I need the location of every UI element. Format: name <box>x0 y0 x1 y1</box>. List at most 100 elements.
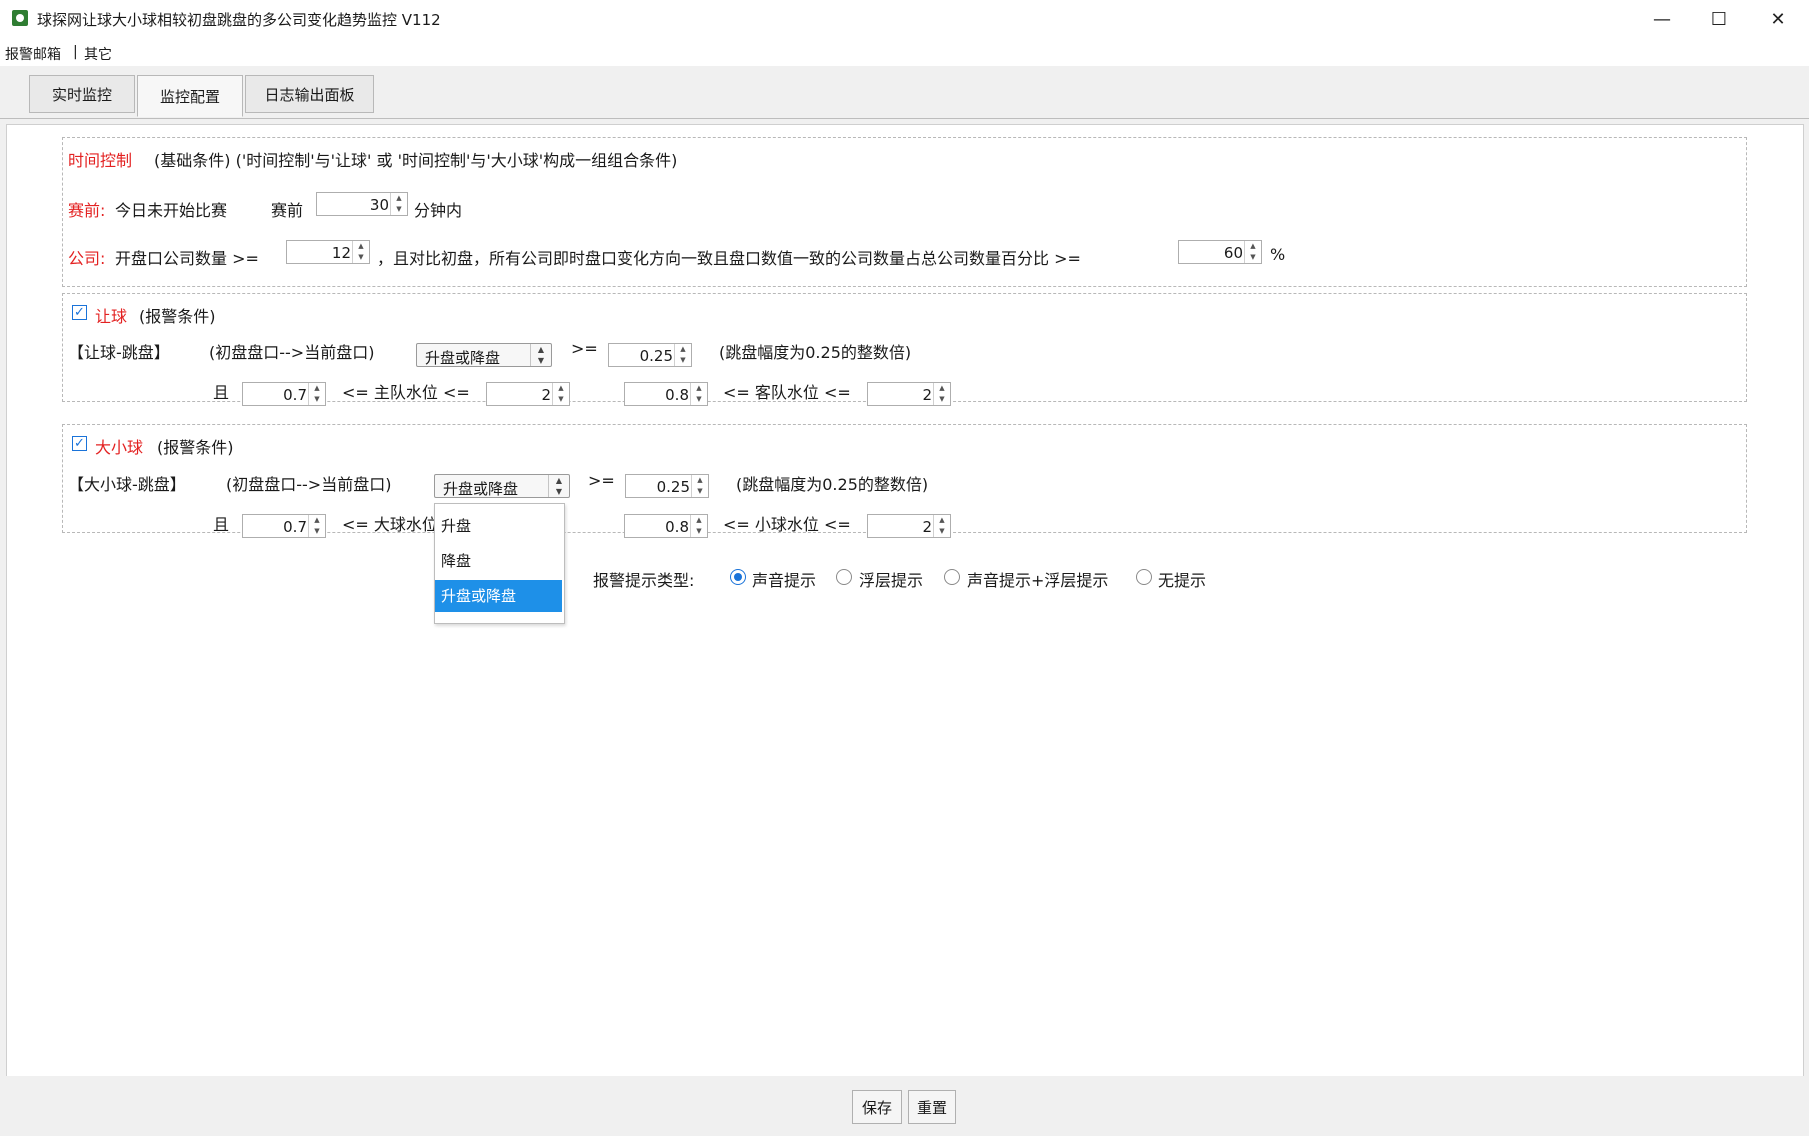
app-icon <box>12 10 28 26</box>
tab-realtime-monitor[interactable]: 实时监控 <box>29 75 135 113</box>
away-min-value: 0.8 <box>665 386 689 404</box>
under-max-value: 2 <box>922 518 932 536</box>
under-water-label: <= 小球水位 <= <box>723 515 851 534</box>
overunder-subtitle: (报警条件) <box>157 438 234 457</box>
pre-match-text: 今日未开始比赛 <box>115 201 228 220</box>
spinner-arrows-icon[interactable]: ▲ ▼ <box>308 515 325 537</box>
alert-sound-label[interactable]: 声音提示 <box>752 567 816 591</box>
company-label: 公司: <box>68 249 106 268</box>
save-button[interactable]: 保存 <box>852 1090 902 1124</box>
over-min-spinner[interactable]: 0.7 ▲ ▼ <box>242 514 326 538</box>
handicap-jump-spinner[interactable]: 0.25 ▲ ▼ <box>608 343 692 367</box>
home-max-value: 2 <box>541 386 551 404</box>
home-water-label: <= 主队水位 <= <box>342 383 470 402</box>
overunder-note: (跳盘幅度为0.25的整数倍) <box>736 475 929 494</box>
menu-bar <box>0 38 1809 66</box>
reset-button[interactable]: 重置 <box>908 1090 956 1124</box>
dropdown-option-down[interactable]: 降盘 <box>435 545 562 577</box>
away-min-spinner[interactable]: 0.8 ▲ ▼ <box>624 382 708 406</box>
handicap-title: 让球 <box>95 307 128 326</box>
spinner-arrows-icon[interactable]: ▲ ▼ <box>390 193 407 215</box>
overunder-and: 且 <box>213 515 230 534</box>
pre-minutes-spinner[interactable]: 30 ▲ ▼ <box>316 192 408 216</box>
handicap-subtitle: (报警条件) <box>139 307 216 326</box>
company-text: 开盘口公司数量 >= <box>115 249 259 268</box>
overunder-jump-spinner[interactable]: 0.25 ▲ ▼ <box>625 474 709 498</box>
select-arrows-icon: ▲ ▼ <box>530 344 551 366</box>
pre-match-before: 赛前 <box>271 201 304 220</box>
menu-alert-email[interactable]: 报警邮箱 <box>5 44 61 64</box>
footer-bar <box>0 1076 1809 1136</box>
handicap-note: (跳盘幅度为0.25的整数倍) <box>719 343 912 362</box>
spinner-arrows-icon[interactable]: ▲ ▼ <box>690 383 707 405</box>
spinner-arrows-icon[interactable]: ▲ ▼ <box>933 515 950 537</box>
alert-overlay-label[interactable]: 浮层提示 <box>859 567 923 591</box>
spinner-arrows-icon[interactable]: ▲ ▼ <box>352 241 369 263</box>
handicap-gte: >= <box>571 339 598 358</box>
pre-minutes-value: 30 <box>369 196 389 214</box>
overunder-flow: (初盘盘口-->当前盘口) <box>226 475 392 494</box>
overunder-title: 大小球 <box>95 438 144 457</box>
away-max-value: 2 <box>922 386 932 404</box>
close-button[interactable]: ✕ <box>1749 0 1807 38</box>
under-min-spinner[interactable]: 0.8 ▲ ▼ <box>624 514 708 538</box>
overunder-jump-value: 0.25 <box>656 478 690 496</box>
handicap-row-label: 【让球-跳盘】 <box>68 343 170 362</box>
spinner-arrows-icon[interactable]: ▲ ▼ <box>552 383 569 405</box>
handicap-direction-value: 升盘或降盘 <box>425 349 501 367</box>
handicap-flow: (初盘盘口-->当前盘口) <box>209 343 375 362</box>
alert-sound-overlay-radio[interactable] <box>944 569 960 585</box>
time-control-desc: (基础条件) ('时间控制'与'让球' 或 '时间控制'与'大小球'构成一组组合… <box>154 151 678 170</box>
pre-match-label: 赛前: <box>68 201 106 220</box>
company-percent-spinner[interactable]: 60 ▲ ▼ <box>1178 240 1262 264</box>
home-min-value: 0.7 <box>283 386 307 404</box>
alert-sound-radio[interactable] <box>730 569 746 585</box>
overunder-direction-value: 升盘或降盘 <box>443 480 519 498</box>
spinner-arrows-icon[interactable]: ▲ ▼ <box>933 383 950 405</box>
away-water-label: <= 客队水位 <= <box>723 383 851 402</box>
minimize-button[interactable]: — <box>1633 0 1691 38</box>
overunder-gte: >= <box>588 471 615 490</box>
over-water-label: <= 大球水位 <box>342 515 438 534</box>
spinner-arrows-icon[interactable]: ▲ ▼ <box>690 515 707 537</box>
over-min-value: 0.7 <box>283 518 307 536</box>
pre-minutes-unit: 分钟内 <box>414 201 463 220</box>
alert-none-radio[interactable] <box>1136 569 1152 585</box>
menu-other[interactable]: 其它 <box>84 44 112 64</box>
away-max-spinner[interactable]: 2 ▲ ▼ <box>867 382 951 406</box>
alert-none-label[interactable]: 无提示 <box>1158 567 1206 591</box>
under-min-value: 0.8 <box>665 518 689 536</box>
dropdown-option-up[interactable]: 升盘 <box>435 510 562 542</box>
select-arrows-icon: ▲ ▼ <box>548 475 569 497</box>
dropdown-option-up-or-down[interactable]: 升盘或降盘 <box>435 580 562 612</box>
home-max-spinner[interactable]: 2 ▲ ▼ <box>486 382 570 406</box>
alert-type-label: 报警提示类型: <box>593 571 695 590</box>
company-percent-value: 60 <box>1223 244 1243 262</box>
alert-overlay-radio[interactable] <box>836 569 852 585</box>
percent-sign: % <box>1270 245 1286 264</box>
direction-dropdown-list: 升盘 降盘 升盘或降盘 <box>434 503 565 624</box>
window-title: 球探网让球大小球相较初盘跳盘的多公司变化趋势监控 V112 <box>37 11 441 29</box>
spinner-arrows-icon[interactable]: ▲ ▼ <box>674 344 691 366</box>
overunder-row-label: 【大小球-跳盘】 <box>68 475 186 494</box>
tab-log-output[interactable]: 日志输出面板 <box>245 75 374 113</box>
maximize-button[interactable]: ☐ <box>1690 0 1748 38</box>
menu-separator: | <box>73 44 78 60</box>
tab-monitor-config[interactable]: 监控配置 <box>137 75 243 117</box>
home-min-spinner[interactable]: 0.7 ▲ ▼ <box>242 382 326 406</box>
handicap-jump-value: 0.25 <box>639 347 673 365</box>
company-count-spinner[interactable]: 12 ▲ ▼ <box>286 240 370 264</box>
under-max-spinner[interactable]: 2 ▲ ▼ <box>867 514 951 538</box>
overunder-checkbox[interactable]: ✓ <box>72 436 87 451</box>
company-text2: ，且对比初盘，所有公司即时盘口变化方向一致且盘口数值一致的公司数量占总公司数量百… <box>377 249 1081 268</box>
spinner-arrows-icon[interactable]: ▲ ▼ <box>1244 241 1261 263</box>
handicap-and: 且 <box>213 383 230 402</box>
spinner-arrows-icon[interactable]: ▲ ▼ <box>691 475 708 497</box>
overunder-direction-select[interactable]: 升盘或降盘 ▲ ▼ <box>434 474 570 498</box>
spinner-arrows-icon[interactable]: ▲ ▼ <box>308 383 325 405</box>
config-panel: 时间控制 (基础条件) ('时间控制'与'让球' 或 '时间控制'与'大小球'构… <box>6 124 1804 1078</box>
company-count-value: 12 <box>331 244 351 262</box>
handicap-checkbox[interactable]: ✓ <box>72 305 87 320</box>
handicap-direction-select[interactable]: 升盘或降盘 ▲ ▼ <box>416 343 552 367</box>
alert-sound-overlay-label[interactable]: 声音提示+浮层提示 <box>967 567 1108 591</box>
